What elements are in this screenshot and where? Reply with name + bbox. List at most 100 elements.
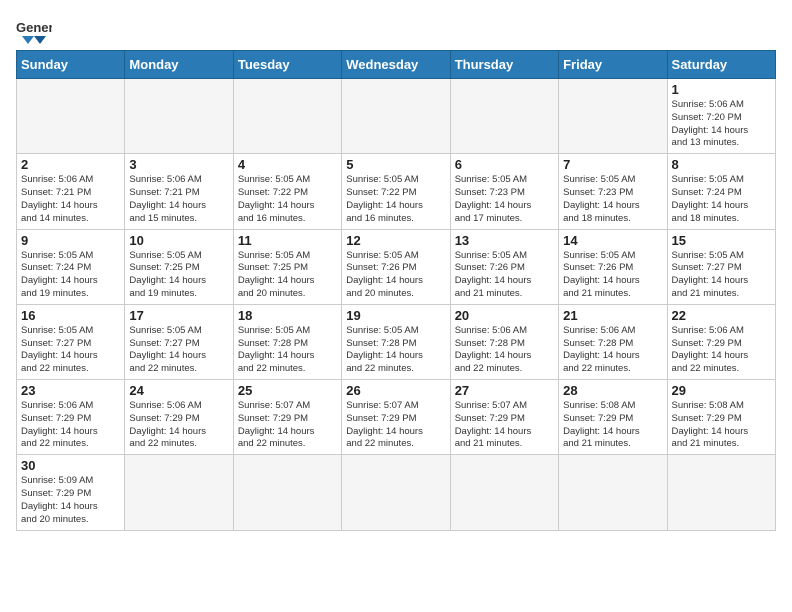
day-number: 10 (129, 233, 228, 248)
calendar-week-row: 30Sunrise: 5:09 AM Sunset: 7:29 PM Dayli… (17, 455, 776, 530)
calendar-cell: 27Sunrise: 5:07 AM Sunset: 7:29 PM Dayli… (450, 380, 558, 455)
day-number: 7 (563, 157, 662, 172)
calendar-cell: 7 Sunrise: 5:05 AM Sunset: 7:23 PM Daylig… (559, 154, 667, 229)
calendar-cell: 11 Sunrise: 5:05 AM Sunset: 7:25 PM Dayli… (233, 229, 341, 304)
calendar-week-row: 2Sunrise: 5:06 AM Sunset: 7:21 PM Daylig… (17, 154, 776, 229)
day-info: Sunrise: 5:07 AM Sunset: 7:29 PM Dayligh… (346, 400, 445, 451)
calendar-cell: 28 Sunrise: 5:08 AM Sunset: 7:29 PM Dayli… (559, 380, 667, 455)
calendar-cell (450, 79, 558, 154)
calendar-week-row: 9 Sunrise: 5:05 AM Sunset: 7:24 PM Daylig… (17, 229, 776, 304)
day-number: 19 (346, 308, 445, 323)
calendar-cell (233, 455, 341, 530)
calendar-cell: 1 Sunrise: 5:06 AM Sunset: 7:20 PM Daylig… (667, 79, 775, 154)
calendar-cell: 8 Sunrise: 5:05 AM Sunset: 7:24 PM Daylig… (667, 154, 775, 229)
day-number: 20 (455, 308, 554, 323)
weekday-header-friday: Friday (559, 51, 667, 79)
day-info: Sunrise: 5:05 AM Sunset: 7:28 PM Dayligh… (346, 325, 445, 376)
day-number: 26 (346, 383, 445, 398)
day-info: Sunrise: 5:06 AM Sunset: 7:29 PM Dayligh… (672, 325, 771, 376)
day-number: 11 (238, 233, 337, 248)
day-info: Sunrise: 5:06 AM Sunset: 7:21 PM Dayligh… (129, 174, 228, 225)
day-info: Sunrise: 5:06 AM Sunset: 7:29 PM Dayligh… (21, 400, 120, 451)
calendar-cell: 17 Sunrise: 5:05 AM Sunset: 7:27 PM Dayli… (125, 304, 233, 379)
day-number: 6 (455, 157, 554, 172)
day-number: 4 (238, 157, 337, 172)
day-number: 21 (563, 308, 662, 323)
calendar-cell: 4 Sunrise: 5:05 AM Sunset: 7:22 PM Daylig… (233, 154, 341, 229)
calendar-week-row: 1 Sunrise: 5:06 AM Sunset: 7:20 PM Daylig… (17, 79, 776, 154)
calendar-cell (559, 455, 667, 530)
calendar-cell: 5Sunrise: 5:05 AM Sunset: 7:22 PM Daylig… (342, 154, 450, 229)
weekday-header-tuesday: Tuesday (233, 51, 341, 79)
day-info: Sunrise: 5:05 AM Sunset: 7:22 PM Dayligh… (238, 174, 337, 225)
calendar-cell (342, 455, 450, 530)
day-number: 14 (563, 233, 662, 248)
day-info: Sunrise: 5:05 AM Sunset: 7:26 PM Dayligh… (563, 250, 662, 301)
day-info: Sunrise: 5:08 AM Sunset: 7:29 PM Dayligh… (672, 400, 771, 451)
day-number: 27 (455, 383, 554, 398)
calendar-cell: 16Sunrise: 5:05 AM Sunset: 7:27 PM Dayli… (17, 304, 125, 379)
calendar-cell: 9 Sunrise: 5:05 AM Sunset: 7:24 PM Daylig… (17, 229, 125, 304)
day-number: 28 (563, 383, 662, 398)
day-number: 23 (21, 383, 120, 398)
day-info: Sunrise: 5:05 AM Sunset: 7:24 PM Dayligh… (21, 250, 120, 301)
weekday-header-wednesday: Wednesday (342, 51, 450, 79)
day-info: Sunrise: 5:05 AM Sunset: 7:27 PM Dayligh… (129, 325, 228, 376)
calendar-cell: 21 Sunrise: 5:06 AM Sunset: 7:28 PM Dayli… (559, 304, 667, 379)
day-info: Sunrise: 5:05 AM Sunset: 7:25 PM Dayligh… (129, 250, 228, 301)
logo: General (16, 16, 56, 44)
weekday-header-sunday: Sunday (17, 51, 125, 79)
day-info: Sunrise: 5:05 AM Sunset: 7:25 PM Dayligh… (238, 250, 337, 301)
day-number: 29 (672, 383, 771, 398)
calendar-cell (233, 79, 341, 154)
calendar-cell: 15 Sunrise: 5:05 AM Sunset: 7:27 PM Dayli… (667, 229, 775, 304)
calendar-cell (125, 79, 233, 154)
header: General (16, 16, 776, 44)
calendar-cell (342, 79, 450, 154)
calendar-cell (125, 455, 233, 530)
day-number: 13 (455, 233, 554, 248)
day-info: Sunrise: 5:05 AM Sunset: 7:28 PM Dayligh… (238, 325, 337, 376)
day-number: 12 (346, 233, 445, 248)
weekday-header-monday: Monday (125, 51, 233, 79)
day-info: Sunrise: 5:05 AM Sunset: 7:24 PM Dayligh… (672, 174, 771, 225)
calendar-cell (559, 79, 667, 154)
calendar-cell: 26 Sunrise: 5:07 AM Sunset: 7:29 PM Dayli… (342, 380, 450, 455)
calendar-week-row: 23 Sunrise: 5:06 AM Sunset: 7:29 PM Dayli… (17, 380, 776, 455)
calendar-cell: 14 Sunrise: 5:05 AM Sunset: 7:26 PM Dayli… (559, 229, 667, 304)
day-info: Sunrise: 5:05 AM Sunset: 7:22 PM Dayligh… (346, 174, 445, 225)
day-info: Sunrise: 5:05 AM Sunset: 7:27 PM Dayligh… (672, 250, 771, 301)
day-info: Sunrise: 5:06 AM Sunset: 7:28 PM Dayligh… (455, 325, 554, 376)
day-number: 9 (21, 233, 120, 248)
calendar-cell (17, 79, 125, 154)
calendar-cell: 29 Sunrise: 5:08 AM Sunset: 7:29 PM Dayli… (667, 380, 775, 455)
day-number: 30 (21, 458, 120, 473)
day-info: Sunrise: 5:06 AM Sunset: 7:20 PM Dayligh… (672, 99, 771, 150)
calendar-cell (667, 455, 775, 530)
day-number: 22 (672, 308, 771, 323)
day-number: 17 (129, 308, 228, 323)
svg-text:General: General (16, 20, 52, 35)
day-info: Sunrise: 5:05 AM Sunset: 7:23 PM Dayligh… (455, 174, 554, 225)
calendar-cell: 18Sunrise: 5:05 AM Sunset: 7:28 PM Dayli… (233, 304, 341, 379)
day-info: Sunrise: 5:08 AM Sunset: 7:29 PM Dayligh… (563, 400, 662, 451)
calendar-cell: 13 Sunrise: 5:05 AM Sunset: 7:26 PM Dayli… (450, 229, 558, 304)
calendar-cell: 3Sunrise: 5:06 AM Sunset: 7:21 PM Daylig… (125, 154, 233, 229)
calendar: SundayMondayTuesdayWednesdayThursdayFrid… (16, 50, 776, 531)
calendar-cell: 12Sunrise: 5:05 AM Sunset: 7:26 PM Dayli… (342, 229, 450, 304)
calendar-cell: 6 Sunrise: 5:05 AM Sunset: 7:23 PM Daylig… (450, 154, 558, 229)
day-number: 25 (238, 383, 337, 398)
day-info: Sunrise: 5:05 AM Sunset: 7:23 PM Dayligh… (563, 174, 662, 225)
weekday-header-row: SundayMondayTuesdayWednesdayThursdayFrid… (17, 51, 776, 79)
weekday-header-saturday: Saturday (667, 51, 775, 79)
day-number: 8 (672, 157, 771, 172)
day-info: Sunrise: 5:06 AM Sunset: 7:28 PM Dayligh… (563, 325, 662, 376)
calendar-cell: 19 Sunrise: 5:05 AM Sunset: 7:28 PM Dayli… (342, 304, 450, 379)
day-info: Sunrise: 5:05 AM Sunset: 7:26 PM Dayligh… (455, 250, 554, 301)
day-number: 15 (672, 233, 771, 248)
day-info: Sunrise: 5:05 AM Sunset: 7:27 PM Dayligh… (21, 325, 120, 376)
calendar-cell: 22 Sunrise: 5:06 AM Sunset: 7:29 PM Dayli… (667, 304, 775, 379)
logo-icon: General (16, 16, 52, 44)
day-number: 1 (672, 82, 771, 97)
calendar-cell: 2Sunrise: 5:06 AM Sunset: 7:21 PM Daylig… (17, 154, 125, 229)
